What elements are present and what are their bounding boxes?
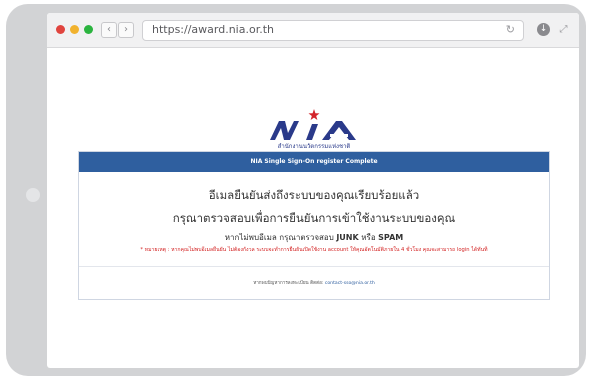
forward-button[interactable]: › [118, 22, 134, 38]
spam-hint-prefix: หากไม่พบอีเมล กรุณาตรวจสอบ [224, 233, 334, 242]
or-label: หรือ [361, 233, 376, 242]
spam-label: SPAM [378, 233, 404, 242]
browser-toolbar: ‹ › https://award.nia.or.th ↻ ↓ ⤢ [47, 13, 579, 48]
reload-icon[interactable]: ↻ [506, 23, 515, 36]
card-header: NIA Single Sign-On register Complete [79, 152, 549, 172]
confirmation-card: NIA Single Sign-On register Complete อีเ… [78, 151, 550, 300]
nia-logo: สำนักงานนวัตกรรมแห่งชาติ [250, 107, 378, 153]
junk-label: JUNK [336, 233, 359, 242]
maximize-window-button[interactable] [84, 25, 93, 34]
close-window-button[interactable] [56, 25, 65, 34]
card-divider [79, 266, 549, 267]
browser-window: ‹ › https://award.nia.or.th ↻ ↓ ⤢ สำนักง [47, 13, 579, 368]
address-bar[interactable]: https://award.nia.or.th ↻ [142, 20, 524, 41]
chevron-left-icon: ‹ [107, 24, 111, 35]
confirmation-message: อีเมลยืนยันส่งถึงระบบของคุณเรียบร้อยแล้ว [208, 188, 420, 202]
verification-message: กรุณาตรวจสอบเพื่อการยืนยันการเข้าใช้งานร… [172, 211, 456, 225]
extension-icon[interactable]: ⤢ [557, 23, 570, 36]
home-button[interactable] [26, 188, 40, 202]
card-footer: หากพบปัญหาการลงทะเบียน ติดต่อ: contact-s… [79, 280, 549, 287]
chevron-right-icon: › [124, 24, 128, 35]
nia-logo-mark [270, 109, 356, 140]
download-icon[interactable]: ↓ [537, 23, 550, 36]
back-button[interactable]: ‹ [101, 22, 117, 38]
minimize-window-button[interactable] [70, 25, 79, 34]
note-text: * หมายเหตุ : หากคุณไม่พบอีเมลยืนยัน ไม่ต… [140, 247, 488, 253]
logo-subtitle: สำนักงานนวัตกรรมแห่งชาติ [277, 143, 351, 150]
footer-text: หากพบปัญหาการลงทะเบียน ติดต่อ: [253, 281, 324, 286]
tablet-frame: ‹ › https://award.nia.or.th ↻ ↓ ⤢ สำนักง [6, 4, 586, 376]
url-text: https://award.nia.or.th [152, 23, 275, 36]
contact-email-link[interactable]: contact-sso@nia.or.th [325, 281, 375, 286]
spam-hint: หากไม่พบอีเมล กรุณาตรวจสอบ JUNK หรือ SPA… [79, 231, 549, 244]
